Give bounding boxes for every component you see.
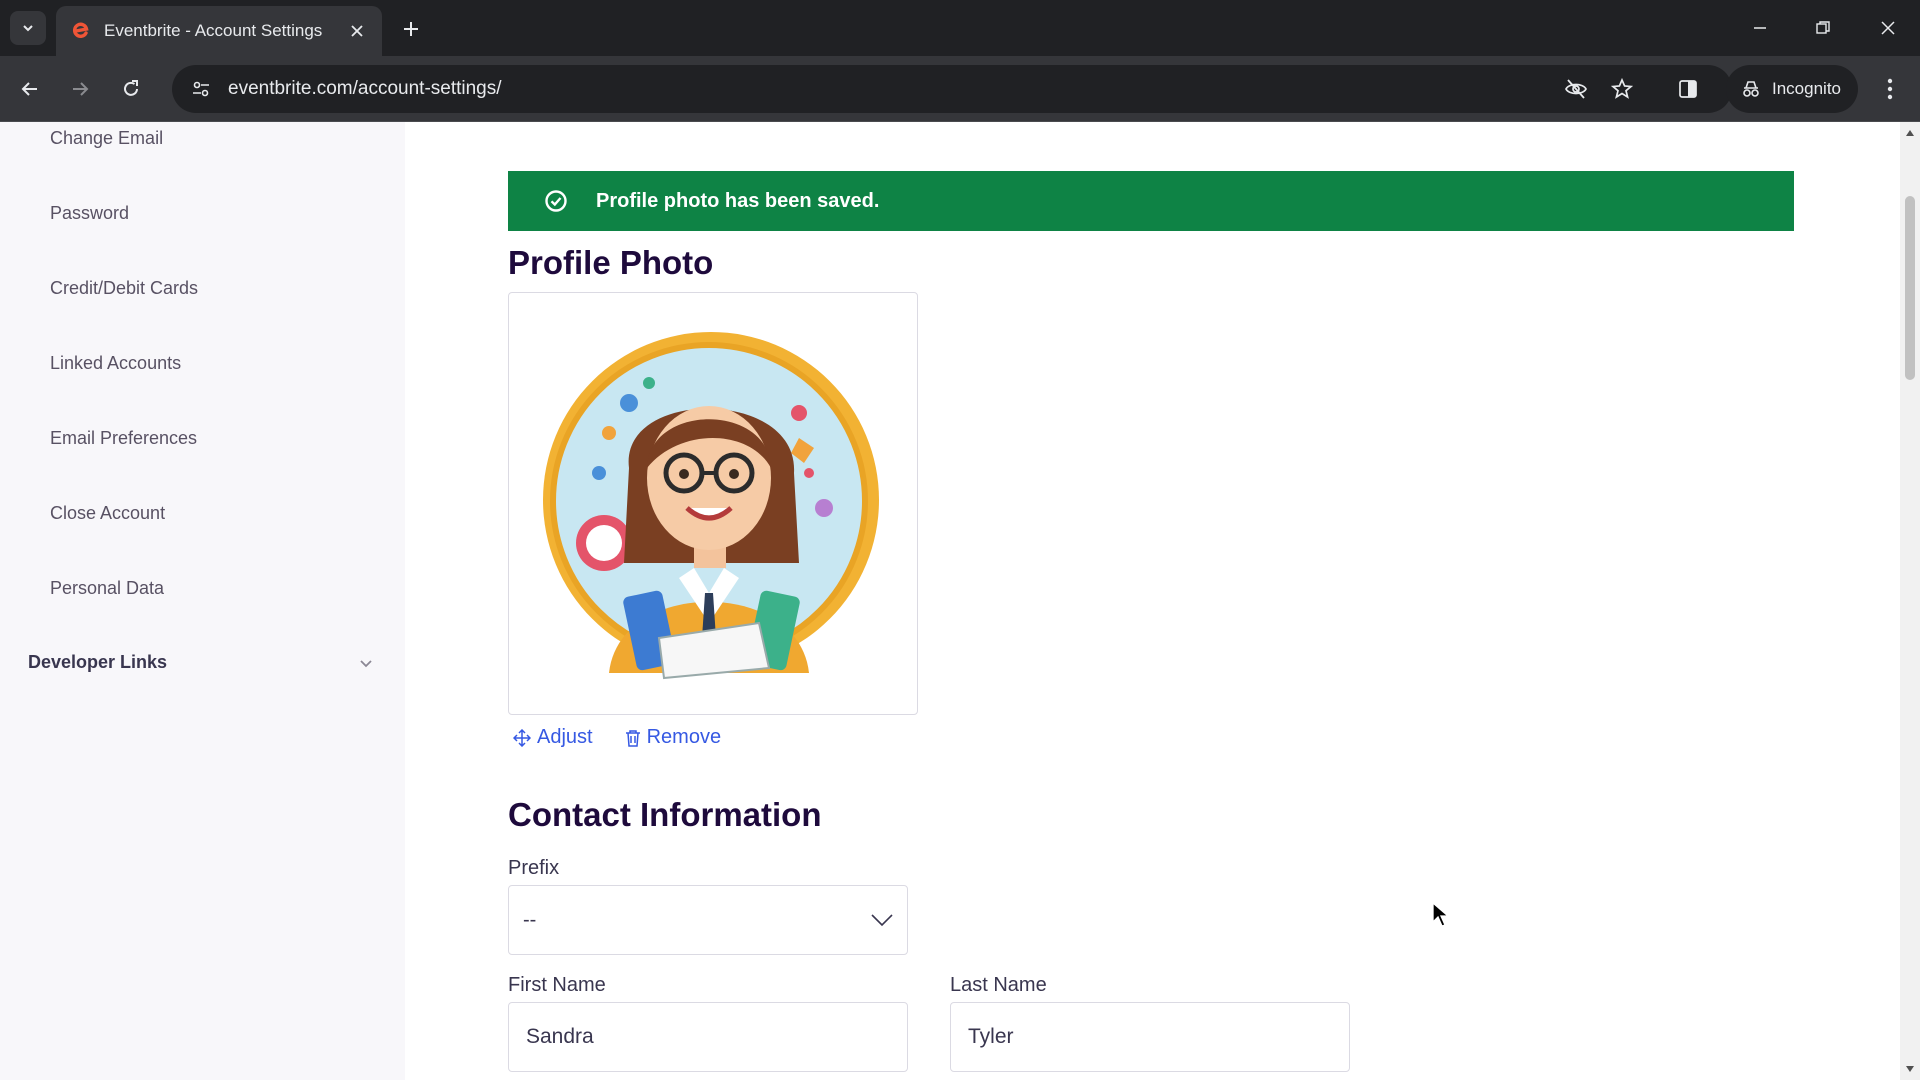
success-banner: Profile photo has been saved. xyxy=(508,171,1794,231)
arrow-left-icon xyxy=(21,82,37,96)
adjust-label: Adjust xyxy=(537,726,593,748)
last-name-input[interactable]: Tyler xyxy=(950,1002,1350,1072)
tracking-protection-button[interactable] xyxy=(1560,73,1592,105)
mouse-cursor-icon xyxy=(1432,902,1450,927)
sidebar-item-password[interactable]: Password xyxy=(50,203,129,224)
scroll-up-arrow[interactable] xyxy=(1905,128,1915,138)
eventbrite-favicon-icon xyxy=(70,20,92,42)
profile-photo-heading: Profile Photo xyxy=(508,244,714,281)
arrow-right-icon xyxy=(73,82,89,96)
scrollbar-thumb[interactable] xyxy=(1905,196,1915,380)
sidebar-item-credit-debit-cards[interactable]: Credit/Debit Cards xyxy=(50,278,198,299)
account-main: Profile photo has been saved. Profile Ph… xyxy=(405,122,1900,1080)
restore-button[interactable] xyxy=(1801,8,1845,48)
profile-photo-actions: Adjust Remove xyxy=(513,726,753,749)
incognito-icon xyxy=(1743,81,1759,97)
close-icon xyxy=(1881,21,1895,35)
last-name-label: Last Name xyxy=(950,974,1047,996)
remove-label: Remove xyxy=(646,726,722,748)
chevron-down-icon xyxy=(360,659,372,667)
trash-icon xyxy=(625,729,640,747)
sidebar-item-close-account[interactable]: Close Account xyxy=(50,503,165,524)
minimize-icon xyxy=(1754,27,1766,29)
remove-button[interactable]: Remove xyxy=(625,726,721,749)
sidebar-item-email-preferences[interactable]: Email Preferences xyxy=(50,428,197,449)
chevron-down-icon xyxy=(23,25,33,32)
chevron-down-icon xyxy=(871,914,893,927)
banner-message: Profile photo has been saved. xyxy=(596,189,880,212)
side-panel-icon xyxy=(1679,80,1697,98)
browser-tabstrip: Eventbrite - Account Settings xyxy=(0,0,1920,56)
tab-eventbrite[interactable]: Eventbrite - Account Settings xyxy=(56,6,382,56)
close-tab-button[interactable] xyxy=(346,20,368,42)
page-scrollbar[interactable] xyxy=(1900,122,1920,1080)
sidebar-section-label: Developer Links xyxy=(28,652,168,672)
profile-photo-frame xyxy=(508,292,918,715)
page-viewport: Change Email Password Credit/Debit Cards… xyxy=(0,122,1920,1080)
scroll-down-arrow[interactable] xyxy=(1905,1064,1915,1074)
address-bar[interactable]: eventbrite.com/account-settings/ xyxy=(172,65,1732,113)
more-vert-icon xyxy=(1887,78,1893,100)
prefix-value: -- xyxy=(523,908,537,931)
restore-icon xyxy=(1816,21,1830,34)
side-panel-button[interactable] xyxy=(1672,73,1704,105)
account-sidebar: Change Email Password Credit/Debit Cards… xyxy=(0,122,405,1080)
move-icon xyxy=(513,728,531,747)
triangle-down-icon xyxy=(1906,1066,1914,1072)
first-name-label: First Name xyxy=(508,974,606,996)
bookmark-button[interactable] xyxy=(1606,73,1638,105)
reload-button[interactable] xyxy=(113,71,149,107)
sidebar-item-personal-data[interactable]: Personal Data xyxy=(50,578,164,599)
close-window-button[interactable] xyxy=(1866,8,1910,48)
tab-title: Eventbrite - Account Settings xyxy=(104,21,323,40)
adjust-button[interactable]: Adjust xyxy=(513,726,593,749)
first-name-input[interactable]: Sandra xyxy=(508,1002,908,1072)
sidebar-section-developer-links[interactable]: Developer Links xyxy=(28,652,373,673)
back-button[interactable] xyxy=(12,71,48,107)
prefix-select[interactable]: -- xyxy=(508,885,908,955)
contact-information-heading: Contact Information xyxy=(508,796,822,833)
prefix-label: Prefix xyxy=(508,857,560,879)
browser-toolbar: eventbrite.com/account-settings/ Incogni… xyxy=(0,56,1920,122)
reload-icon xyxy=(124,80,138,96)
minimize-button[interactable] xyxy=(1738,8,1782,48)
triangle-up-icon xyxy=(1906,130,1914,136)
incognito-indicator[interactable]: Incognito xyxy=(1726,65,1858,113)
sidebar-item-change-email[interactable]: Change Email xyxy=(50,128,163,149)
tune-icon xyxy=(193,81,209,97)
site-info-button[interactable] xyxy=(184,72,218,106)
check-circle-icon xyxy=(545,190,567,212)
browser-menu-button[interactable] xyxy=(1874,73,1906,105)
star-icon xyxy=(1610,77,1634,99)
eye-off-icon xyxy=(1565,79,1587,99)
forward-button[interactable] xyxy=(62,71,98,107)
url-text: eventbrite.com/account-settings/ xyxy=(228,78,502,99)
sidebar-item-linked-accounts[interactable]: Linked Accounts xyxy=(50,353,181,374)
profile-avatar xyxy=(543,332,879,680)
tab-list-button[interactable] xyxy=(10,11,46,45)
plus-icon xyxy=(404,22,418,36)
new-tab-button[interactable] xyxy=(396,14,426,44)
close-icon xyxy=(351,25,363,37)
incognito-label: Incognito xyxy=(1772,79,1841,98)
